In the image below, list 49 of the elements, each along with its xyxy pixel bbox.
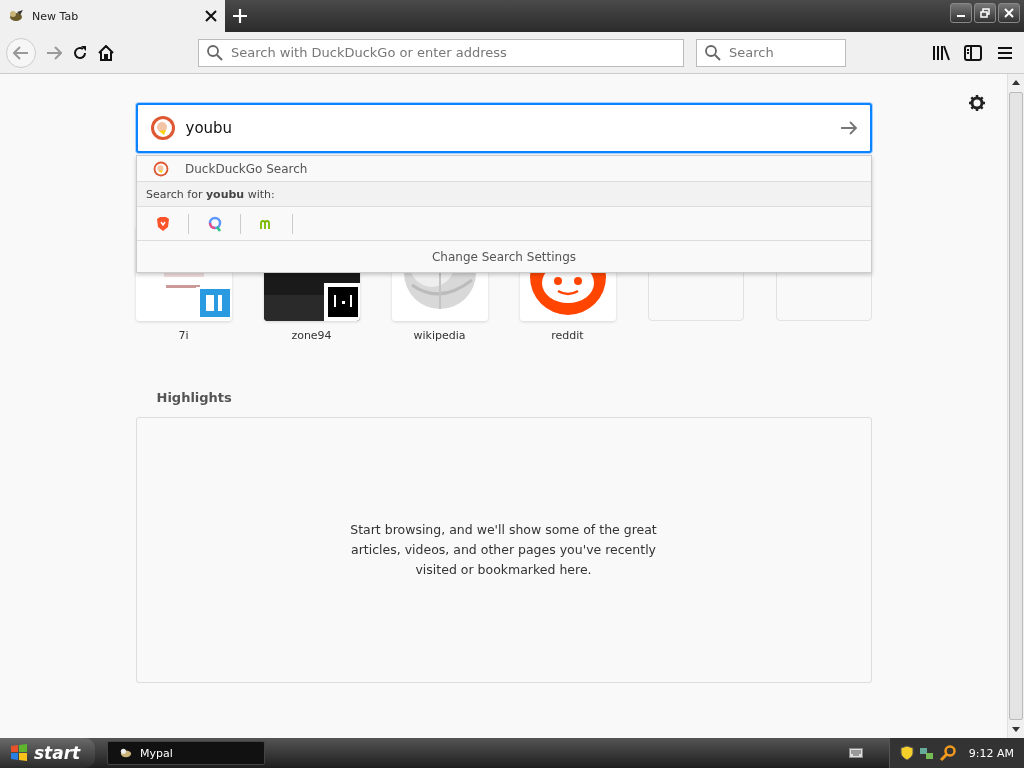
plus-icon[interactable]: [233, 9, 247, 23]
start-button[interactable]: start: [0, 738, 95, 768]
empty-message: Start browsing, and we'll show some of the great articles, videos, and other pages you've recently visited or bookmarked here.: [349, 521, 658, 579]
duck-logo-icon: [149, 115, 176, 141]
scroll-up-icon[interactable]: [1012, 79, 1020, 85]
back-icon: [13, 45, 29, 60]
q-logo-icon: [206, 215, 223, 232]
search-icon: [705, 44, 721, 61]
sidebar-icon[interactable]: [964, 44, 982, 61]
search-field[interactable]: Search: [727, 44, 837, 61]
site-label[interactable]: reddit: [551, 329, 584, 342]
tab-title: New Tab: [32, 9, 80, 23]
restore-button[interactable]: [974, 3, 996, 23]
address-field[interactable]: Search with DuckDuckGo or enter address: [229, 44, 675, 61]
close-icon: [1004, 8, 1014, 18]
close-button[interactable]: [998, 3, 1020, 23]
brave-lion-icon: [154, 215, 171, 232]
back-button[interactable]: [6, 37, 36, 68]
search-icon: [207, 44, 223, 61]
restore-icon: [980, 8, 990, 18]
library-icon[interactable]: [932, 44, 950, 61]
arrow-right-icon[interactable]: [839, 121, 858, 135]
taskbar-button[interactable]: Mypal: [107, 741, 265, 765]
search-box[interactable]: youbu: [135, 103, 872, 153]
clock: 9:12 AM: [968, 746, 1014, 760]
menu-icon[interactable]: [996, 44, 1014, 61]
search-icon[interactable]: [939, 745, 956, 761]
settings-icon[interactable]: [969, 95, 985, 111]
search-bar[interactable]: Search: [696, 38, 846, 67]
minimize-button[interactable]: [950, 3, 972, 23]
home-icon[interactable]: [98, 44, 114, 61]
search-for-label: Search for youbu with:: [146, 187, 275, 201]
site-label[interactable]: 7i: [178, 329, 189, 342]
close-icon[interactable]: [205, 10, 217, 22]
site-label[interactable]: zone94: [291, 329, 332, 342]
windows-logo-icon: [10, 744, 28, 762]
shield-icon[interactable]: [899, 745, 914, 761]
site-label[interactable]: wikipedia: [413, 329, 466, 342]
keyboard-icon[interactable]: [848, 748, 863, 758]
change-settings-button[interactable]: Change Search Settings: [137, 241, 871, 272]
scrollbar[interactable]: [1007, 74, 1024, 738]
section-heading: Highlights: [156, 390, 233, 405]
scroll-down-icon[interactable]: [1012, 727, 1020, 733]
address-bar[interactable]: Search with DuckDuckGo or enter address: [198, 38, 684, 67]
duck-logo-icon: [153, 160, 169, 177]
search-field[interactable]: youbu: [183, 118, 832, 138]
network-icon[interactable]: [918, 745, 935, 761]
tab[interactable]: New Tab: [0, 0, 225, 32]
reload-icon[interactable]: [72, 44, 88, 61]
